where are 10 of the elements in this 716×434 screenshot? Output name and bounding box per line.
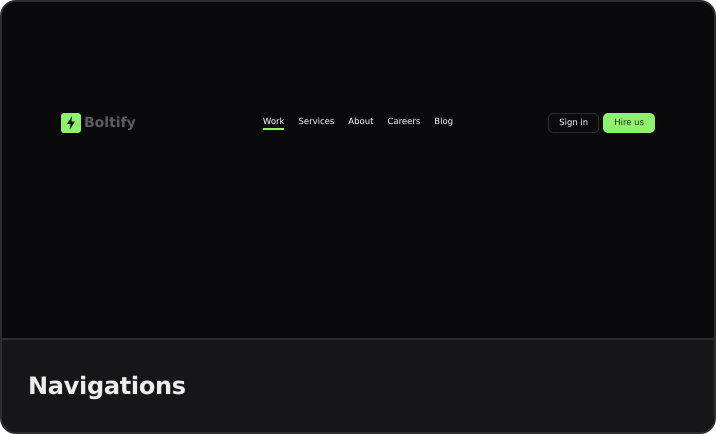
sign-in-button[interactable]: Sign in bbox=[548, 113, 600, 133]
bolt-logo-icon bbox=[61, 113, 81, 133]
logo-text: Boltify bbox=[84, 115, 136, 131]
nav-link[interactable]: Careers bbox=[387, 116, 420, 130]
nav-link[interactable]: Services bbox=[298, 116, 334, 130]
nav-link[interactable]: About bbox=[348, 116, 374, 130]
nav-link[interactable]: Blog bbox=[434, 116, 454, 130]
section-title: Navigations bbox=[28, 372, 186, 400]
nav-link[interactable]: Work bbox=[262, 116, 284, 130]
hire-button[interactable]: Hire us bbox=[603, 113, 655, 133]
